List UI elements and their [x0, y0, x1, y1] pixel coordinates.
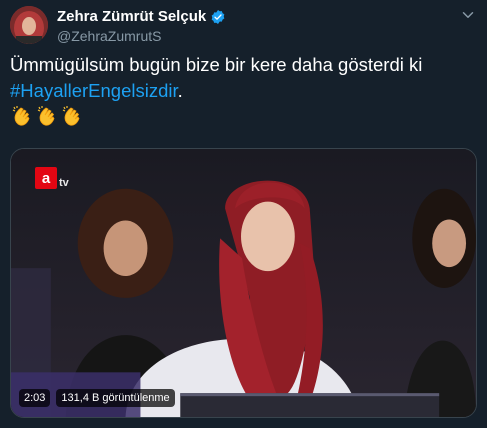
clapping-hands-icon: [37, 106, 55, 126]
chevron-down-icon[interactable]: [459, 6, 477, 24]
avatar-image: [10, 6, 48, 44]
author-handle[interactable]: @ZehraZumrutS: [57, 28, 477, 44]
video-duration: 2:03: [19, 389, 51, 407]
video-thumbnail: [11, 149, 476, 417]
svg-text:a: a: [42, 170, 51, 187]
channel-logo: a tv: [35, 167, 69, 189]
atv-logo-icon: a: [35, 167, 57, 189]
video-badges: 2:03 131,4 B görüntülenme: [19, 389, 175, 407]
video-player[interactable]: a tv 2:03 131,4 B görüntülenme: [10, 148, 477, 418]
tweet-text-line: Ümmügülsüm bugün bize bir kere daha göst…: [10, 54, 423, 75]
tweet-text-period: .: [177, 80, 183, 101]
author-display-name[interactable]: Zehra Zümrüt Selçuk: [57, 8, 206, 25]
author-name-row: Zehra Zümrüt Selçuk: [57, 8, 477, 25]
clapping-hands-icon: [62, 106, 80, 126]
hashtag-link[interactable]: #HayallerEngelsizdir: [10, 80, 178, 101]
tweet-text: Ümmügülsüm bugün bize bir kere daha göst…: [10, 52, 473, 104]
channel-logo-text: tv: [59, 177, 69, 189]
clapping-hands-icon: [12, 106, 30, 126]
verified-badge-icon: [211, 9, 225, 24]
emoji-row: [10, 104, 84, 128]
tweet-header: Zehra Zümrüt Selçuk @ZehraZumrutS: [57, 8, 477, 44]
author-avatar[interactable]: [10, 6, 48, 44]
video-view-count: 131,4 B görüntülenme: [56, 389, 175, 407]
